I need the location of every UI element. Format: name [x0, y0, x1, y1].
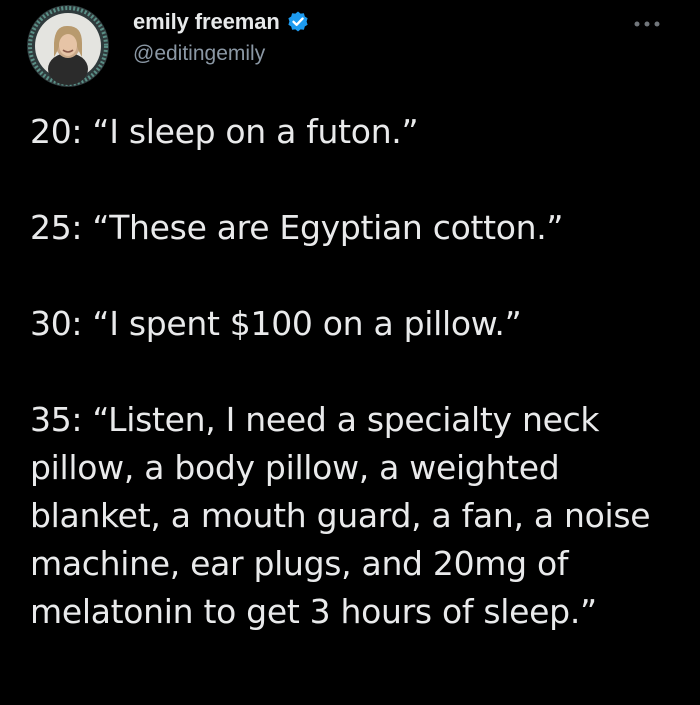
tweet-header: emily freeman @editingemily — [27, 5, 677, 87]
author-display-name[interactable]: emily freeman — [133, 9, 280, 35]
tweet-paragraph: 35: “Listen, I need a specialty neck pil… — [30, 400, 651, 631]
more-options-button[interactable] — [631, 17, 663, 31]
tweet-paragraph: 20: “I sleep on a futon.” — [30, 112, 419, 151]
more-options-icon — [634, 21, 660, 27]
tweet-paragraph: 25: “These are Egyptian cotton.” — [30, 208, 564, 247]
tweet-text: 20: “I sleep on a futon.” 25: “These are… — [30, 108, 670, 636]
author-names: emily freeman @editingemily — [133, 8, 310, 66]
tweet-paragraph: 30: “I spent $100 on a pillow.” — [30, 304, 522, 343]
avatar-photo-icon — [27, 5, 109, 87]
tweet-card: emily freeman @editingemily 20: “I sleep… — [0, 0, 700, 705]
author-handle[interactable]: @editingemily — [133, 42, 310, 66]
verified-badge-icon — [286, 10, 310, 34]
name-row: emily freeman — [133, 8, 310, 36]
avatar[interactable] — [27, 5, 109, 87]
